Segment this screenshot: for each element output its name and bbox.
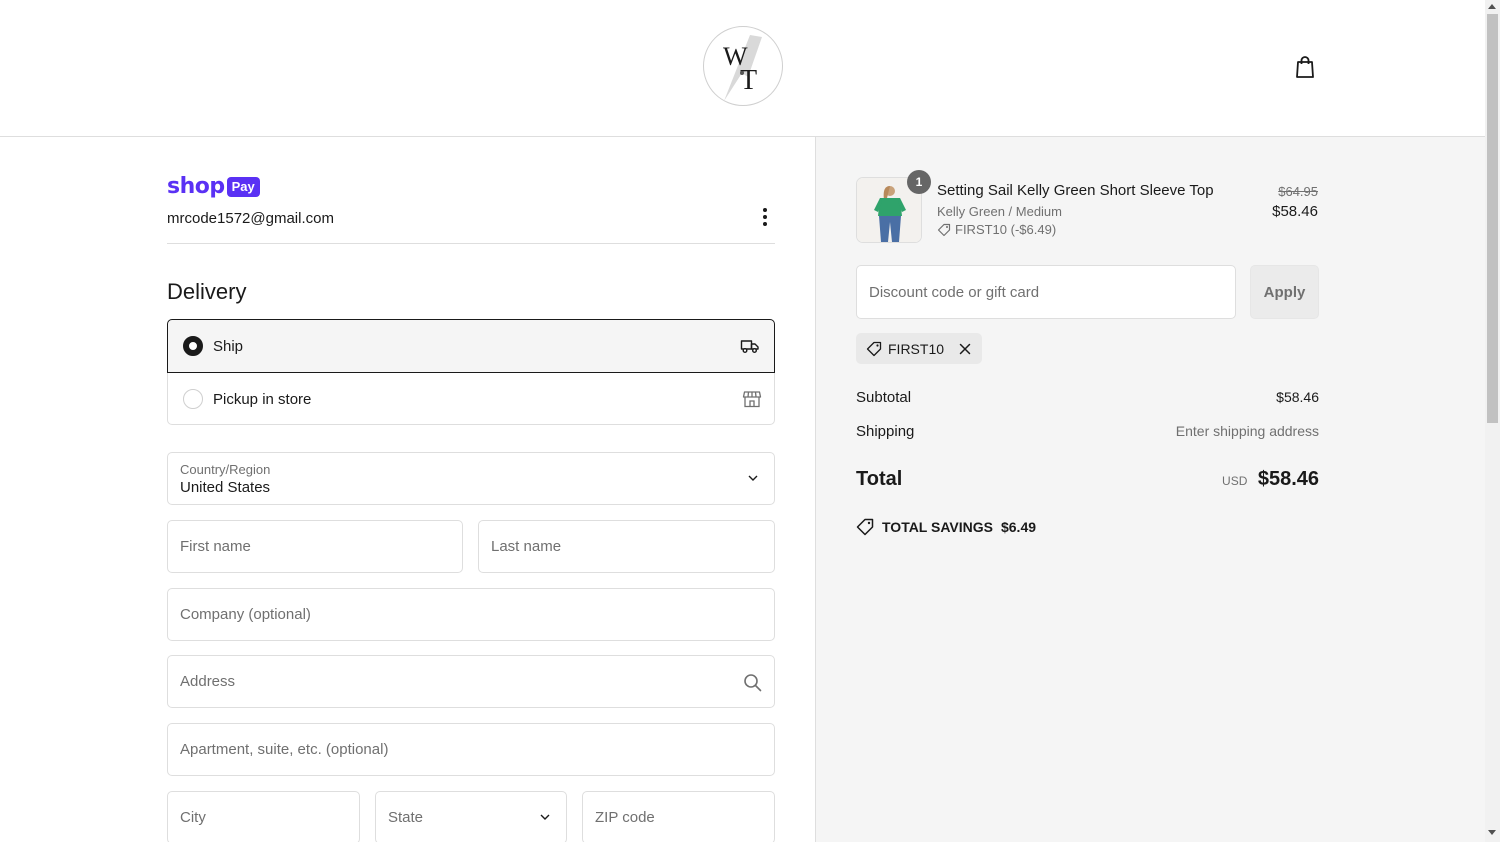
order-summary: 1 Setting Sail Kelly Green Short Sleeve … — [815, 137, 1485, 842]
zip-field[interactable] — [582, 791, 775, 842]
apply-discount-button[interactable]: Apply — [1250, 265, 1319, 319]
store-icon — [742, 391, 762, 408]
tag-icon — [937, 223, 951, 236]
state-value: State — [388, 809, 424, 826]
address-field[interactable] — [167, 655, 775, 708]
country-select[interactable]: Country/Region United States — [167, 452, 775, 505]
scrollbar-thumb[interactable] — [1487, 14, 1498, 423]
subtotal-label: Subtotal — [856, 389, 912, 406]
search-icon[interactable] — [743, 673, 762, 692]
pickup-radio[interactable] — [183, 389, 203, 409]
company-input[interactable] — [168, 589, 774, 640]
delivery-option-pickup[interactable]: Pickup in store — [168, 373, 776, 425]
company-field[interactable] — [167, 588, 775, 641]
pickup-label: Pickup in store — [213, 390, 312, 408]
zip-input[interactable] — [583, 792, 774, 842]
discount-input[interactable] — [857, 266, 1235, 318]
total-row: Total USD $58.46 — [856, 468, 1319, 491]
more-dot-icon — [763, 208, 767, 212]
state-select[interactable]: State — [375, 791, 567, 842]
account-email: mrcode1572@gmail.com — [167, 210, 334, 227]
delivery-option-ship[interactable]: Ship — [167, 319, 775, 373]
shop-pay-logo: shop Pay — [167, 174, 260, 199]
delivery-method-group: Ship Pickup in store — [167, 319, 775, 425]
city-field[interactable] — [167, 791, 360, 842]
shipping-row: Shipping Enter shipping address — [856, 423, 1319, 440]
ship-radio[interactable] — [183, 336, 203, 356]
shop-pay-shop-text: shop — [167, 174, 225, 199]
shipping-value: Enter shipping address — [1175, 423, 1319, 439]
country-label: Country/Region — [180, 462, 271, 477]
product-variant: Kelly Green / Medium — [937, 204, 1062, 219]
applied-discount-chip: FIRST10 — [856, 333, 983, 364]
quantity-badge: 1 — [907, 170, 931, 194]
total-value: $58.46 — [1257, 468, 1319, 490]
apartment-input[interactable] — [168, 724, 774, 775]
shipping-label: Shipping — [856, 423, 915, 440]
savings-label: TOTAL SAVINGS — [882, 519, 993, 535]
apartment-field[interactable] — [167, 723, 775, 776]
header: W T — [0, 0, 1485, 137]
discount-field[interactable] — [856, 265, 1236, 319]
applied-discount-code: FIRST10 — [888, 340, 945, 357]
tag-icon — [866, 341, 882, 356]
shopping-bag-icon — [1296, 56, 1314, 78]
divider — [167, 243, 775, 244]
product-price: $58.46 — [1272, 203, 1318, 220]
chevron-down-icon — [540, 814, 550, 820]
subtotal-row: Subtotal $58.46 — [856, 389, 1319, 406]
first-name-field[interactable] — [167, 520, 463, 573]
close-icon — [959, 343, 971, 354]
total-savings: TOTAL SAVINGS $6.49 — [856, 518, 1036, 536]
page-scrollbar[interactable] — [1485, 0, 1500, 842]
last-name-field[interactable] — [478, 520, 775, 573]
product-title: Setting Sail Kelly Green Short Sleeve To… — [937, 182, 1214, 199]
ship-label: Ship — [213, 337, 244, 355]
city-input[interactable] — [168, 792, 359, 842]
store-logo[interactable]: W T — [703, 26, 783, 106]
chevron-down-icon — [748, 475, 758, 481]
scroll-down-arrow-icon[interactable] — [1488, 830, 1496, 835]
savings-value: $6.49 — [1000, 519, 1037, 535]
product-discount: FIRST10 (-$6.49) — [937, 222, 1056, 237]
total-label: Total — [856, 468, 903, 490]
more-dot-icon — [763, 215, 767, 219]
svg-text:T: T — [740, 65, 757, 96]
more-dot-icon — [763, 222, 767, 226]
product-original-price: $64.95 — [1278, 184, 1318, 199]
delivery-heading: Delivery — [167, 279, 247, 304]
last-name-input[interactable] — [479, 521, 774, 572]
shop-pay-badge: Pay — [226, 176, 260, 197]
scroll-up-arrow-icon[interactable] — [1488, 4, 1496, 9]
tag-icon — [856, 518, 874, 536]
subtotal-value: $58.46 — [1276, 389, 1319, 405]
truck-icon — [740, 340, 759, 353]
country-value: United States — [180, 479, 271, 496]
address-input[interactable] — [168, 656, 774, 707]
cart-button[interactable] — [1292, 53, 1318, 81]
product-discount-text: FIRST10 (-$6.49) — [955, 222, 1057, 237]
first-name-input[interactable] — [168, 521, 462, 572]
account-menu-button[interactable] — [755, 204, 775, 230]
remove-discount-button[interactable] — [958, 342, 972, 356]
total-currency: USD — [1222, 474, 1248, 488]
store-logo-mark: W T — [723, 35, 762, 101]
